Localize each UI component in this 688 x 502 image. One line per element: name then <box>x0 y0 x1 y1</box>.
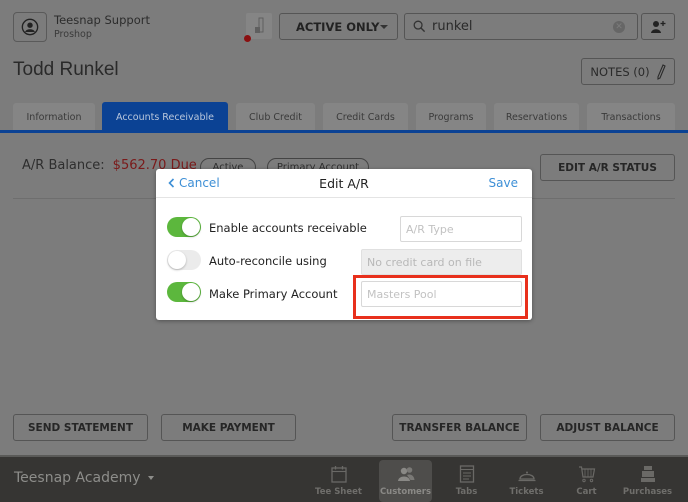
edit-ar-status-button[interactable]: EDIT A/R STATUS <box>540 154 675 181</box>
bottom-nav: Teesnap Academy Tee Sheet Customers Tabs <box>0 455 688 502</box>
cash-register-icon <box>640 466 655 482</box>
status-filter-value: ACTIVE ONLY <box>296 19 380 34</box>
auto-reconcile-toggle[interactable] <box>167 250 201 270</box>
send-statement-button[interactable]: SEND STATEMENT <box>13 414 148 441</box>
primary-account-label: Make Primary Account <box>209 287 338 301</box>
notes-button[interactable]: NOTES (0) <box>581 58 675 85</box>
user-role: Proshop <box>54 29 92 40</box>
credit-card-select <box>361 249 522 275</box>
cart-icon <box>578 466 595 483</box>
cancel-button[interactable]: Cancel <box>168 176 220 190</box>
customer-search[interactable]: ✕ <box>404 13 638 40</box>
nav-tee-sheet[interactable]: Tee Sheet <box>312 460 365 502</box>
primary-account-toggle[interactable] <box>167 282 201 302</box>
nav-cart[interactable]: Cart <box>560 460 613 502</box>
tab-label: Transactions <box>601 111 661 123</box>
nav-label: Tee Sheet <box>315 487 362 497</box>
search-input[interactable] <box>432 19 602 34</box>
cancel-label: Cancel <box>179 176 220 190</box>
add-customer-button[interactable] <box>641 13 675 40</box>
enable-ar-label: Enable accounts receivable <box>209 221 367 235</box>
location-selector[interactable]: Teesnap Academy <box>14 470 154 486</box>
tab-label: Accounts Receivable <box>115 111 214 123</box>
enable-ar-toggle[interactable] <box>167 217 201 237</box>
cash-drawer-icon <box>255 17 264 33</box>
auto-reconcile-label: Auto-reconcile using <box>209 254 327 268</box>
user-avatar-icon <box>21 18 39 36</box>
tab-label: Club Credit <box>249 111 302 123</box>
tab-label: Credit Cards <box>336 111 395 123</box>
service-bell-icon <box>518 471 535 482</box>
nav-customers[interactable]: Customers <box>379 460 432 502</box>
nav-label: Tickets <box>509 487 544 497</box>
tab-credit-cards[interactable]: Credit Cards <box>323 103 408 131</box>
calendar-icon <box>330 466 347 483</box>
toggle-knob <box>182 283 200 301</box>
customer-name: Todd Runkel <box>13 59 119 80</box>
tabs-underline <box>0 130 688 133</box>
tab-label: Reservations <box>505 111 568 123</box>
save-button[interactable]: Save <box>489 176 518 190</box>
highlight-annotation <box>353 275 528 319</box>
pencil-icon <box>657 63 666 80</box>
modal-header: Edit A/R Cancel Save <box>156 169 532 198</box>
tab-information[interactable]: Information <box>13 103 95 131</box>
customers-icon <box>397 467 414 481</box>
nav-label: Customers <box>379 487 432 497</box>
tab-reservations[interactable]: Reservations <box>494 103 579 131</box>
tabs-icon <box>459 465 474 483</box>
adjust-balance-button[interactable]: ADJUST BALANCE <box>540 414 675 441</box>
chevron-left-icon <box>168 178 175 188</box>
drawer-status-dot <box>244 35 251 42</box>
nav-tabs[interactable]: Tabs <box>440 460 493 502</box>
chevron-down-icon <box>147 476 154 480</box>
user-profile-button[interactable] <box>13 12 47 42</box>
user-name: Teesnap Support <box>54 13 150 27</box>
tab-club-credit[interactable]: Club Credit <box>236 103 315 131</box>
ar-balance-label: A/R Balance: <box>22 158 105 173</box>
nav-purchases[interactable]: Purchases <box>621 460 674 502</box>
tab-programs[interactable]: Programs <box>416 103 486 131</box>
top-bar: Teesnap Support Proshop ACTIVE ONLY ✕ <box>0 0 688 50</box>
location-name: Teesnap Academy <box>14 470 141 486</box>
search-icon <box>413 20 426 33</box>
tab-label: Programs <box>428 111 474 123</box>
toggle-knob <box>168 251 186 269</box>
ar-type-input[interactable] <box>400 216 522 242</box>
make-payment-button[interactable]: MAKE PAYMENT <box>161 414 296 441</box>
notes-label: NOTES (0) <box>590 64 650 79</box>
nav-tickets[interactable]: Tickets <box>500 460 553 502</box>
chevron-down-icon <box>380 25 388 29</box>
tab-label: Information <box>26 111 82 123</box>
tab-accounts-receivable[interactable]: Accounts Receivable <box>102 102 228 132</box>
nav-label: Purchases <box>622 487 673 497</box>
add-user-icon <box>651 20 666 33</box>
clear-search-icon[interactable]: ✕ <box>613 21 625 33</box>
nav-label: Cart <box>576 487 597 497</box>
customer-tabs: Information Accounts Receivable Club Cre… <box>0 102 688 132</box>
tab-transactions[interactable]: Transactions <box>587 103 675 131</box>
status-filter-dropdown[interactable]: ACTIVE ONLY <box>279 13 398 40</box>
toggle-knob <box>182 218 200 236</box>
transfer-balance-button[interactable]: TRANSFER BALANCE <box>392 414 527 441</box>
nav-label: Tabs <box>455 487 478 497</box>
